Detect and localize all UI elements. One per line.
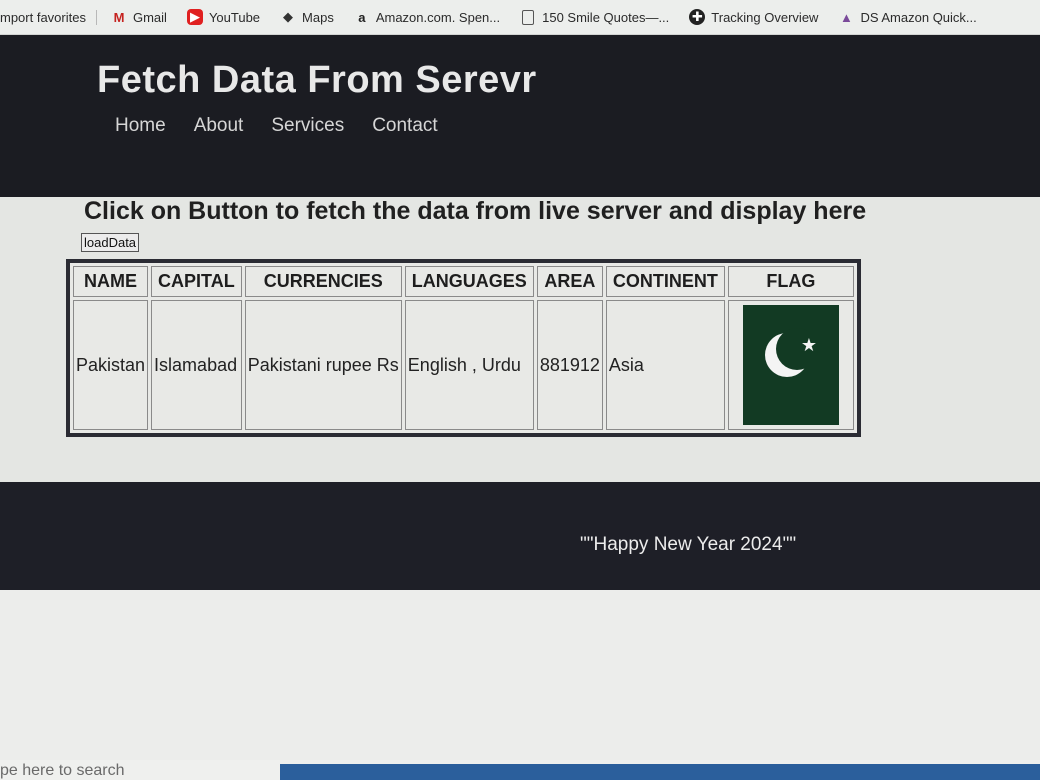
col-header-continent: CONTINENT: [605, 266, 725, 297]
country-table: NAME CAPITAL CURRENCIES LANGUAGES AREA C…: [66, 259, 861, 437]
bookmark-tracking-overview[interactable]: ✚ Tracking Overview: [679, 9, 828, 25]
bookmark-youtube[interactable]: ▶ YouTube: [177, 9, 270, 25]
taskbar-search-input[interactable]: pe here to search: [0, 762, 125, 780]
main-content: Click on Button to fetch the data from l…: [0, 197, 1040, 482]
col-header-area: AREA: [536, 266, 603, 297]
youtube-icon: ▶: [186, 9, 203, 25]
site-footer: ""Happy New Year 2024"": [0, 482, 1040, 590]
bookmark-smile-quotes[interactable]: 150 Smile Quotes—...: [510, 9, 679, 25]
table-row: Pakistan Islamabad Pakistani rupee Rs En…: [73, 300, 854, 430]
footer-text: ""Happy New Year 2024"": [580, 534, 797, 555]
bookmark-label: Gmail: [132, 9, 167, 25]
taskbar-apps-area: [280, 764, 1040, 780]
cell-area: 881912: [536, 300, 603, 430]
pakistan-flag-image: ★: [742, 305, 839, 425]
bookmark-gmail[interactable]: M Gmail: [101, 9, 177, 25]
ds-icon: ▲: [840, 9, 853, 25]
gmail-icon: M: [113, 9, 125, 25]
bookmark-label: Tracking Overview: [711, 9, 819, 25]
col-header-flag: FLAG: [727, 266, 854, 297]
tracking-icon: ✚: [689, 9, 706, 25]
bookmark-label: 150 Smile Quotes—...: [542, 9, 670, 25]
page-heading: Click on Button to fetch the data from l…: [84, 197, 867, 225]
nav-home[interactable]: Home: [115, 115, 166, 137]
table-header-row: NAME CAPITAL CURRENCIES LANGUAGES AREA C…: [73, 266, 854, 297]
cell-flag: ★: [727, 300, 854, 430]
site-title: Fetch Data From Serevr: [97, 59, 537, 101]
load-data-button[interactable]: loadData: [81, 233, 140, 252]
bookmark-label: DS Amazon Quick...: [860, 9, 977, 25]
nav-contact[interactable]: Contact: [372, 115, 437, 137]
col-header-currencies: CURRENCIES: [244, 266, 402, 297]
bookmark-import-favorites[interactable]: mport favorites: [0, 9, 97, 25]
bookmark-maps[interactable]: ◆ Maps: [270, 9, 344, 25]
nav-services[interactable]: Services: [271, 115, 344, 137]
col-header-languages: LANGUAGES: [404, 266, 534, 297]
main-nav: Home About Services Contact: [115, 115, 438, 137]
bookmark-label: Maps: [302, 9, 334, 25]
bookmark-ds-amazon[interactable]: ▲ DS Amazon Quick...: [828, 9, 986, 25]
bookmark-label: YouTube: [208, 9, 261, 25]
site-header: Fetch Data From Serevr Home About Servic…: [0, 35, 1040, 197]
nav-about[interactable]: About: [194, 115, 244, 137]
star-icon: ★: [800, 335, 818, 355]
os-taskbar: pe here to search: [0, 760, 1040, 780]
col-header-name: NAME: [73, 266, 149, 297]
cell-name: Pakistan: [73, 300, 149, 430]
cell-currencies: Pakistani rupee Rs: [244, 300, 402, 430]
bookmarks-bar: mport favorites M Gmail ▶ YouTube ◆ Maps…: [0, 0, 1040, 35]
page-blank-area: [0, 590, 1040, 780]
document-icon: [520, 9, 536, 25]
bookmark-label: Amazon.com. Spen...: [375, 9, 501, 25]
amazon-icon: a: [358, 9, 366, 25]
cell-languages: English , Urdu: [404, 300, 534, 430]
cell-capital: Islamabad: [151, 300, 242, 430]
cell-continent: Asia: [605, 300, 725, 430]
bookmark-amazon[interactable]: a Amazon.com. Spen...: [344, 9, 510, 25]
bookmark-label: mport favorites: [0, 9, 86, 25]
col-header-capital: CAPITAL: [151, 266, 242, 297]
maps-icon: ◆: [283, 9, 294, 24]
